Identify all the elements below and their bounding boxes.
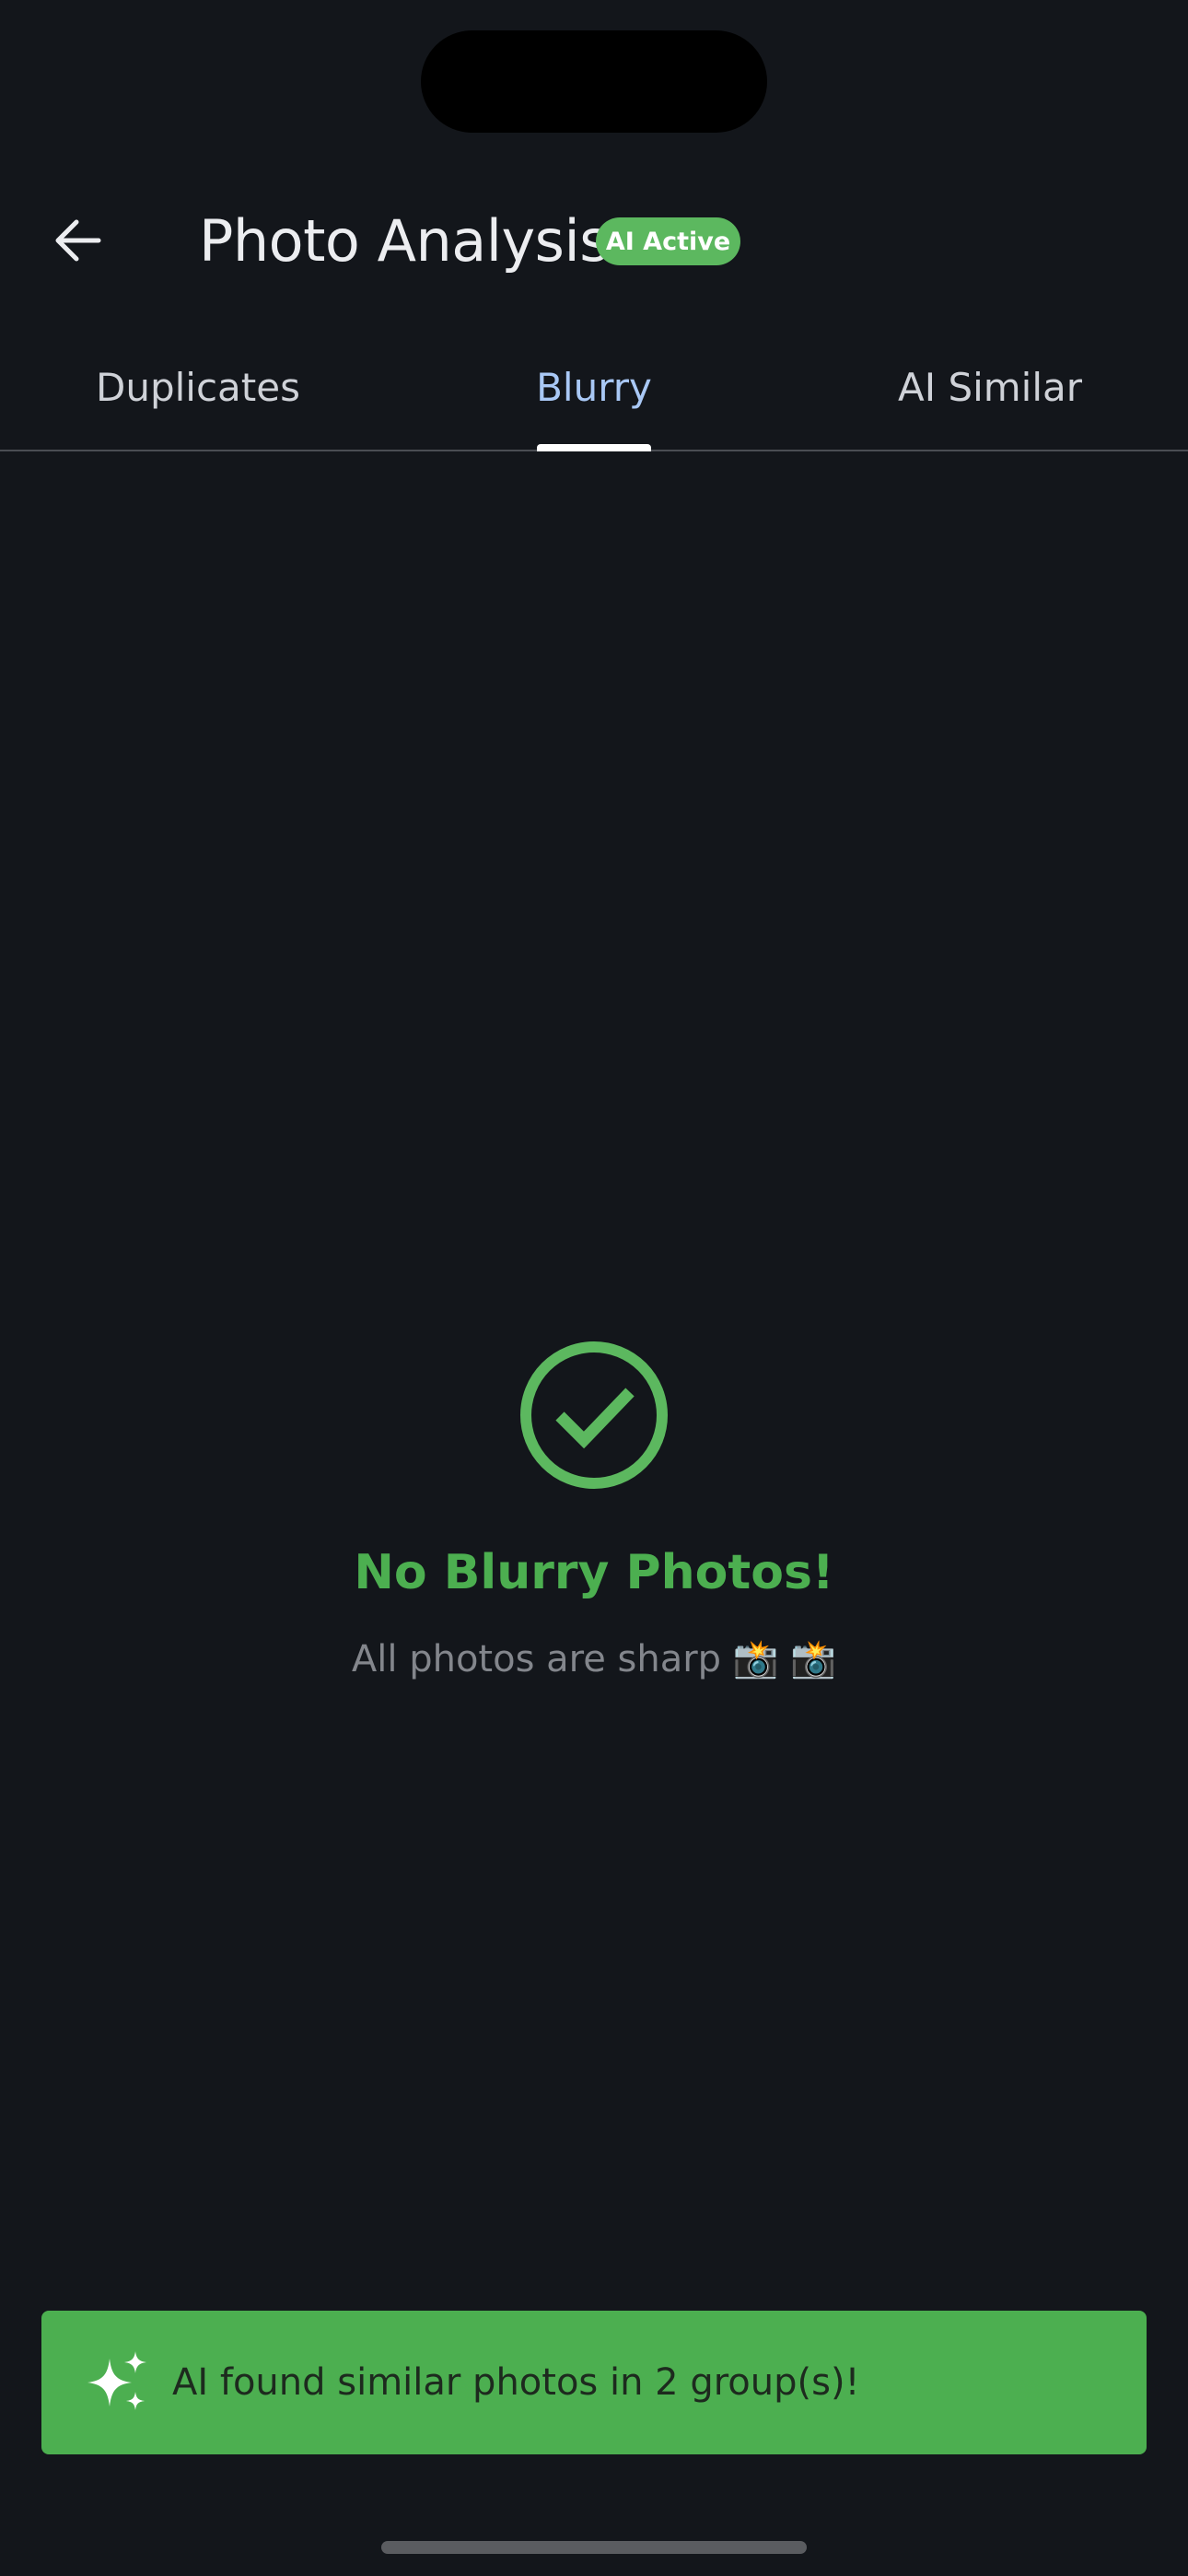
check-circle-icon [520, 1341, 668, 1489]
active-tab-indicator [537, 444, 651, 451]
tab-ai-similar[interactable]: AI Similar [792, 332, 1188, 450]
snackbar: AI found similar photos in 2 group(s)! [41, 2311, 1147, 2454]
back-button[interactable] [41, 199, 114, 282]
home-indicator[interactable] [381, 2541, 807, 2554]
page-title: Photo Analysis [199, 207, 610, 275]
tab-bar: Duplicates Blurry AI Similar [0, 332, 1188, 451]
tab-duplicates-label: Duplicates [96, 364, 300, 410]
screen: Photo Analysis AI Active Duplicates Blur… [0, 0, 1188, 2576]
tab-ai-similar-label: AI Similar [897, 364, 1083, 410]
dynamic-island [421, 30, 767, 133]
ai-active-badge: AI Active [596, 217, 740, 265]
tab-blurry[interactable]: Blurry [396, 332, 792, 451]
tab-blurry-label: Blurry [536, 364, 652, 410]
snackbar-message: AI found similar photos in 2 group(s)! [172, 2361, 860, 2404]
empty-state: No Blurry Photos! All photos are sharp 📸… [0, 1341, 1188, 1680]
tab-duplicates[interactable]: Duplicates [0, 332, 396, 450]
sparkles-icon [87, 2351, 146, 2410]
empty-state-title: No Blurry Photos! [354, 1545, 834, 1600]
empty-state-subtitle: All photos are sharp 📸 📸 [351, 1638, 837, 1680]
arrow-left-icon [55, 219, 101, 262]
